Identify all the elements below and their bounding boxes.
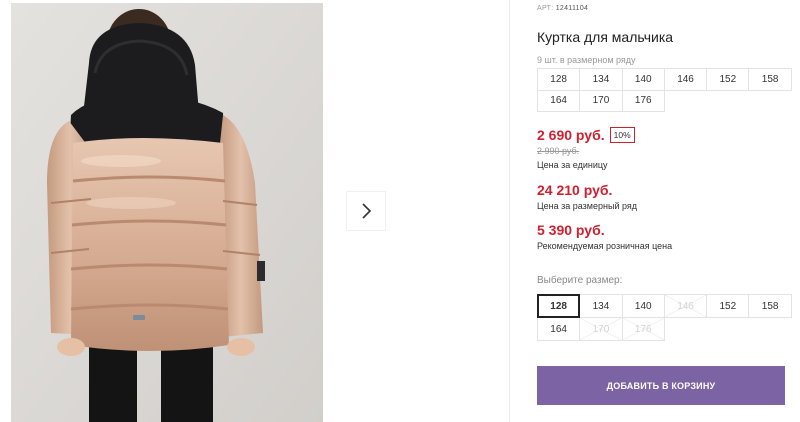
size-option-170-unavailable: 170 <box>579 317 623 341</box>
pack-size-table: 128 134 140 146 152 158 164 170 176 <box>537 68 792 112</box>
unavailable-cross-icon <box>622 318 664 340</box>
pack-size-cell: 158 <box>748 68 792 91</box>
size-picker-label: Выберите размер: <box>537 275 623 286</box>
pack-size-cell: 128 <box>537 68 581 91</box>
product-photo[interactable] <box>11 3 323 422</box>
chevron-right-icon <box>362 203 372 219</box>
size-option-140[interactable]: 140 <box>621 294 665 318</box>
unit-price-row: 2 690 руб. 10% <box>537 127 635 143</box>
pack-price: 24 210 руб. <box>537 182 613 198</box>
size-option-128[interactable]: 128 <box>537 294 581 318</box>
pack-size-cell: 170 <box>579 89 623 112</box>
retail-price-caption: Рекомендуемая розничная цена <box>537 241 673 251</box>
pack-size-cell: 152 <box>706 68 750 91</box>
product-title: Куртка для мальчика <box>537 29 674 45</box>
size-option-152[interactable]: 152 <box>706 294 750 318</box>
unavailable-cross-icon <box>580 318 622 340</box>
pack-size-cell: 164 <box>537 89 581 112</box>
size-option-176-unavailable: 176 <box>621 317 665 341</box>
pack-size-cell: 140 <box>621 68 665 91</box>
pack-size-cell: 176 <box>621 89 665 112</box>
unit-price: 2 690 руб. <box>537 127 605 143</box>
article-value: 12411104 <box>555 5 589 12</box>
article-number: АРТ: 12411104 <box>537 5 588 12</box>
add-to-cart-button[interactable]: ДОБАВИТЬ В КОРЗИНУ <box>537 366 785 405</box>
product-gallery <box>0 0 510 422</box>
pack-size-cell: 146 <box>663 68 708 91</box>
pack-note: 9 шт. в размерном ряду <box>537 55 636 65</box>
size-picker: 128 134 140 146 152 158 164 170 176 <box>537 294 792 341</box>
size-option-146-unavailable: 146 <box>663 294 708 318</box>
article-label: АРТ: <box>537 5 554 12</box>
gallery-next-button[interactable] <box>347 192 385 230</box>
discount-badge: 10% <box>609 127 635 143</box>
jacket-photo-illustration <box>11 3 323 422</box>
pack-size-cell: 134 <box>579 68 623 91</box>
old-price: 2 990 руб. <box>537 146 580 156</box>
unavailable-cross-icon <box>664 295 707 317</box>
pack-price-caption: Цена за размерный ряд <box>537 201 638 211</box>
size-option-134[interactable]: 134 <box>579 294 623 318</box>
size-option-158[interactable]: 158 <box>748 294 792 318</box>
retail-price: 5 390 руб. <box>537 222 605 238</box>
unit-price-caption: Цена за единицу <box>537 160 608 170</box>
size-option-164[interactable]: 164 <box>537 317 581 341</box>
product-info: АРТ: 12411104 Куртка для мальчика 9 шт. … <box>537 0 797 422</box>
